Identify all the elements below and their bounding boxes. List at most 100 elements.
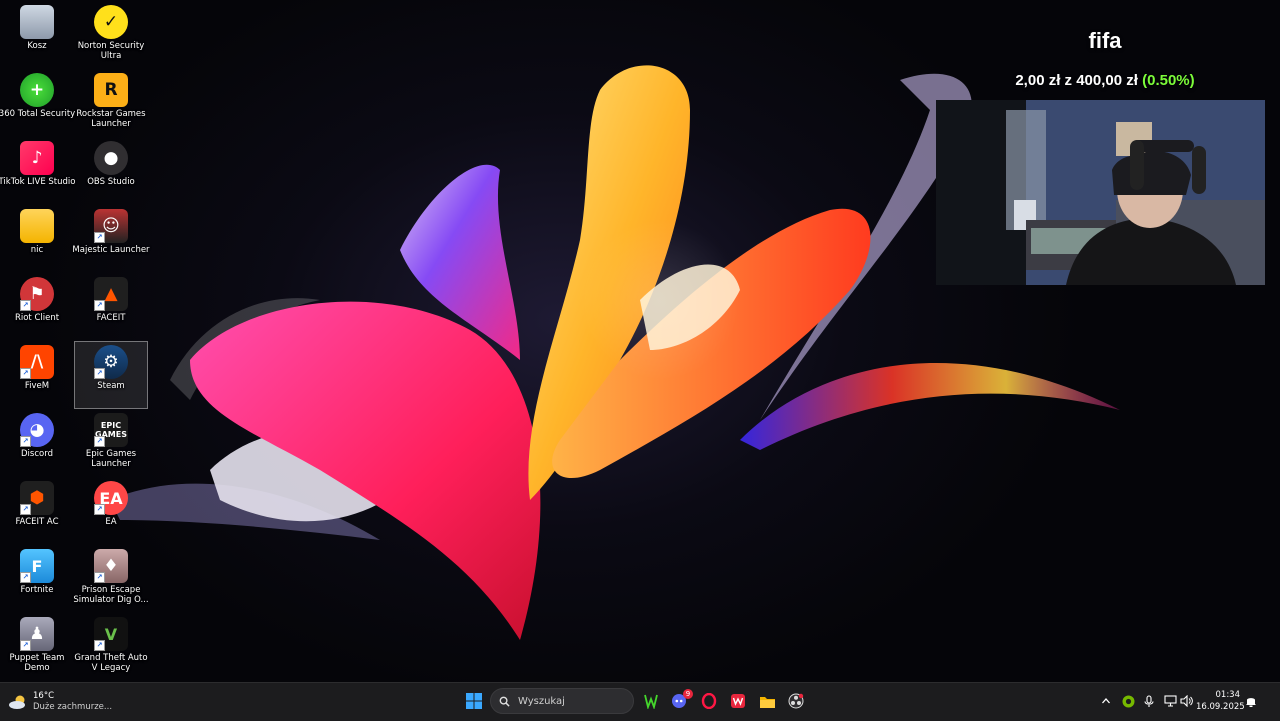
tray-volume[interactable]	[1178, 693, 1194, 709]
desktop-shortcut-majestic-launcher[interactable]: ☺ ↗ Majestic Launcher	[72, 206, 150, 272]
desktop[interactable]: Kosz ✓ Norton Security Ultra +360 Total Sec…	[0, 0, 1280, 682]
taskbar-razer-cortex[interactable]	[640, 690, 662, 712]
goal-target: 400,00 zł	[1076, 72, 1138, 89]
desktop-shortcut-label: Majestic Launcher	[72, 245, 150, 255]
tray-microphone[interactable]	[1141, 693, 1157, 709]
shortcut-arrow-icon: ↗	[94, 504, 105, 515]
tray-notifications[interactable]	[1243, 693, 1259, 709]
weather-temperature: 16°C	[33, 691, 55, 701]
shortcut-arrow-icon: ↗	[94, 232, 105, 243]
desktop-shortcut-label: Epic Games Launcher	[85, 449, 137, 469]
faceit-icon: ▲ ↗	[94, 277, 128, 311]
faceit-ac-icon: ⬢ ↗	[20, 481, 54, 515]
prison-escape-icon: ♦ ↗	[94, 549, 128, 583]
nvidia-icon	[1122, 695, 1134, 707]
tray-network[interactable]	[1162, 693, 1178, 709]
desktop-shortcut-rockstar-games-launcher[interactable]: R Rockstar Games Launcher	[75, 70, 147, 136]
taskbar-search[interactable]	[490, 688, 634, 714]
desktop-shortcut-label: Discord	[21, 449, 53, 459]
desktop-shortcut-riot-client[interactable]: ⚑ ↗ Riot Client	[1, 274, 73, 340]
puppet-team-icon: ♟ ↗	[20, 617, 54, 651]
desktop-shortcut-obs-studio[interactable]: ● OBS Studio	[75, 138, 147, 204]
epic-games-icon: EPIC GAMES ↗	[94, 413, 128, 447]
desktop-shortcut-grand-theft-auto-v-legacy[interactable]: V ↗ Grand Theft Auto V Legacy	[74, 614, 148, 680]
rockstar-icon: R	[94, 73, 128, 107]
goal-separator: z	[1064, 72, 1073, 89]
icon-lettering: V	[104, 624, 118, 644]
cloud-icon	[9, 695, 25, 709]
desktop-shortcut-label: 360 Total Security	[0, 109, 76, 119]
taskbar: 16°C Duże zachmurze... 9	[0, 682, 1280, 721]
goal-current: 2,00 zł	[1015, 72, 1061, 89]
desktop-shortcut-kosz[interactable]: Kosz	[1, 2, 73, 68]
microphone-icon	[1144, 694, 1154, 707]
taskbar-opera-gx[interactable]	[698, 690, 720, 712]
start-button[interactable]	[463, 690, 485, 712]
notification-icon	[1246, 697, 1256, 707]
desktop-shortcut-prison-escape-simulator-dig-o[interactable]: ♦ ↗ Prison Escape Simulator Dig O...	[73, 546, 149, 612]
desktop-shortcut-faceit-ac[interactable]: ⬢ ↗ FACEIT AC	[1, 478, 73, 544]
desktop-shortcut-360-total-security[interactable]: +360 Total Security	[0, 70, 75, 136]
fortnite-icon: F ↗	[20, 549, 54, 583]
desktop-shortcut-label: EA	[105, 517, 117, 527]
discord-icon: ◕ ↗	[20, 413, 54, 447]
weather-widget[interactable]: 16°C Duże zachmurze...	[8, 688, 112, 716]
tray-nvidia[interactable]	[1120, 693, 1136, 709]
desktop-shortcut-steam[interactable]: ⚙ ↗ Steam	[74, 341, 148, 409]
norton-icon: ✓	[94, 5, 128, 39]
taskbar-clock[interactable]: 01:34 16.09.2025	[1196, 689, 1245, 713]
webcam-feed	[936, 100, 1265, 285]
shortcut-arrow-icon: ↗	[20, 572, 31, 583]
desktop-shortcut-nic[interactable]: nic	[1, 206, 73, 272]
discord-badge: 9	[683, 689, 693, 699]
riot-icon: ⚑ ↗	[20, 277, 54, 311]
folder-icon	[20, 209, 54, 243]
network-icon	[1163, 695, 1177, 707]
clock-date: 16.09.2025	[1196, 702, 1245, 712]
desktop-shortcut-label: Kosz	[27, 41, 47, 51]
icon-lettering: EA	[99, 488, 123, 508]
360-security-icon: +	[20, 73, 54, 107]
search-input[interactable]	[516, 694, 630, 708]
shortcut-arrow-icon: ↗	[20, 504, 31, 515]
desktop-shortcut-label: Riot Client	[14, 313, 60, 323]
file-explorer-icon	[759, 696, 775, 708]
fivem-icon: /\ ↗	[20, 345, 54, 379]
shortcut-arrow-icon: ↗	[20, 436, 31, 447]
shortcut-arrow-icon: ↗	[20, 300, 31, 311]
obs-icon	[788, 693, 804, 709]
weather-description: Duże zachmurze...	[33, 702, 113, 712]
majestic-icon: ☺ ↗	[94, 209, 128, 243]
shortcut-arrow-icon: ↗	[20, 640, 31, 651]
desktop-shortcut-tiktok-live-studio[interactable]: ♪ TikTok LIVE Studio	[0, 138, 76, 204]
taskbar-discord[interactable]: 9	[669, 689, 693, 712]
desktop-shortcut-fortnite[interactable]: F ↗ Fortnite	[1, 546, 73, 612]
tray-overflow-button[interactable]	[1098, 693, 1114, 709]
gta-v-icon: V ↗	[94, 617, 128, 651]
taskbar-obs[interactable]	[785, 690, 807, 712]
desktop-shortcut-faceit[interactable]: ▲ ↗ FACEIT	[75, 274, 147, 340]
desktop-shortcut-puppet-team-demo[interactable]: ♟ ↗ Puppet Team Demo	[1, 614, 73, 680]
desktop-shortcut-ea[interactable]: EA ↗ EA	[75, 478, 147, 544]
volume-icon	[1179, 695, 1193, 707]
desktop-shortcut-fivem[interactable]: /\ ↗ FiveM	[1, 342, 73, 408]
start-icon	[466, 693, 482, 709]
desktop-shortcut-label: FACEIT AC	[15, 517, 59, 527]
steam-icon: ⚙ ↗	[94, 345, 128, 379]
search-icon	[499, 696, 510, 707]
desktop-shortcut-label: FACEIT	[96, 313, 126, 323]
obs-icon: ●	[94, 141, 128, 175]
desktop-shortcut-norton-security-ultra[interactable]: ✓ Norton Security Ultra	[75, 2, 147, 68]
donation-goal-title: fifa	[1088, 28, 1122, 53]
desktop-shortcut-epic-games-launcher[interactable]: EPIC GAMES ↗ Epic Games Launcher	[75, 410, 147, 476]
desktop-shortcut-label: Rockstar Games Launcher	[76, 109, 146, 129]
desktop-shortcut-label: Grand Theft Auto V Legacy	[74, 653, 148, 673]
recycle-bin-icon	[20, 5, 54, 39]
goal-percent: (0.50%)	[1142, 72, 1195, 89]
taskbar-file-explorer[interactable]	[756, 690, 778, 712]
desktop-shortcut-discord[interactable]: ◕ ↗ Discord	[1, 410, 73, 476]
desktop-shortcut-label: Prison Escape Simulator Dig O...	[73, 585, 149, 605]
shortcut-arrow-icon: ↗	[94, 368, 105, 379]
taskbar-wps-office[interactable]	[727, 690, 749, 712]
tiktok-icon: ♪	[20, 141, 54, 175]
